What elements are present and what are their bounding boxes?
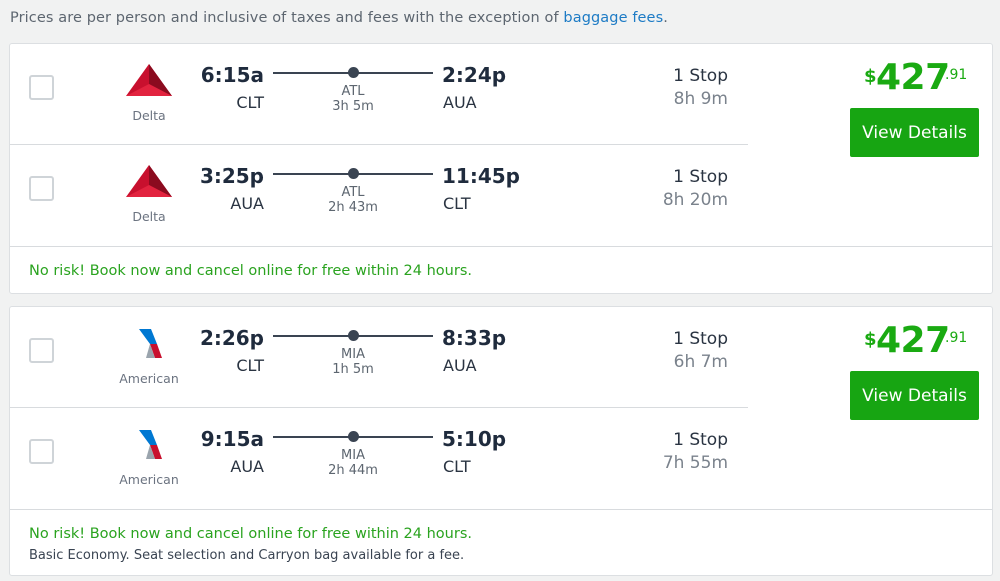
layover-duration: 1h 5m — [332, 362, 374, 377]
arrival-airport: AUA — [443, 93, 477, 112]
flight-result-card: Delta 6:15a CLT ATL 3h 5m 2:24p AUA 1 St… — [9, 43, 993, 294]
departure-airport: AUA — [230, 457, 264, 476]
select-leg-checkbox[interactable] — [29, 338, 54, 363]
return-leg: American 9:15a AUA MIA 2h 44m 5:10p CLT … — [10, 408, 748, 509]
layover-info: MIA 1h 5m — [273, 347, 433, 377]
view-details-button[interactable]: View Details — [850, 371, 979, 420]
select-leg-checkbox[interactable] — [29, 439, 54, 464]
departure-airport: CLT — [236, 93, 264, 112]
price-notice-text: Prices are per person and inclusive of t… — [10, 10, 564, 26]
stop-count: 1 Stop — [673, 329, 728, 349]
layover-airport: MIA — [341, 347, 365, 362]
basic-economy-note: Basic Economy. Seat selection and Carryo… — [29, 548, 465, 563]
layover-duration: 2h 44m — [328, 463, 378, 478]
free-cancel-message: No risk! Book now and cancel online for … — [29, 526, 472, 542]
flight-result-card: American 2:26p CLT MIA 1h 5m 8:33p AUA 1… — [9, 306, 993, 576]
departure-airport: CLT — [236, 356, 264, 375]
layover-duration: 3h 5m — [332, 99, 374, 114]
stop-count: 1 Stop — [673, 66, 728, 86]
stop-count: 1 Stop — [673, 430, 728, 450]
delta-logo-icon — [126, 64, 172, 96]
departure-airport: AUA — [230, 194, 264, 213]
departure-time: 3:25p — [199, 164, 264, 188]
price-cents: .91 — [945, 67, 968, 83]
price-dollars: 427 — [876, 57, 950, 98]
airline-name: Delta — [132, 209, 166, 224]
price-currency: $ — [864, 329, 877, 350]
stop-dot — [348, 431, 359, 442]
stop-count: 1 Stop — [673, 167, 728, 187]
departure-time: 6:15a — [200, 63, 264, 87]
layover-duration: 2h 43m — [328, 200, 378, 215]
stop-dot — [348, 330, 359, 341]
total-duration: 8h 9m — [673, 89, 728, 109]
layover-airport: ATL — [341, 84, 365, 99]
price-notice-suffix: . — [663, 10, 668, 26]
layover-airport: ATL — [341, 185, 365, 200]
card-footer: No risk! Book now and cancel online for … — [10, 246, 992, 294]
return-leg: Delta 3:25p AUA ATL 2h 43m 11:45p CLT 1 … — [10, 145, 748, 246]
arrival-airport: CLT — [443, 457, 471, 476]
delta-logo-icon — [126, 165, 172, 197]
outbound-leg: American 2:26p CLT MIA 1h 5m 8:33p AUA 1… — [10, 307, 748, 408]
departure-time: 9:15a — [200, 427, 264, 451]
arrival-time: 8:33p — [442, 326, 507, 350]
departure-time: 2:26p — [199, 326, 264, 350]
outbound-leg: Delta 6:15a CLT ATL 3h 5m 2:24p AUA 1 St… — [10, 44, 748, 145]
price-currency: $ — [864, 66, 877, 87]
airline-name: American — [119, 371, 179, 386]
view-details-button[interactable]: View Details — [850, 108, 979, 157]
total-duration: 7h 55m — [662, 453, 728, 473]
airline-name: Delta — [132, 108, 166, 123]
american-logo-icon — [139, 329, 162, 358]
arrival-airport: CLT — [443, 194, 471, 213]
card-footer: No risk! Book now and cancel online for … — [10, 509, 992, 576]
layover-info: ATL 2h 43m — [273, 185, 433, 215]
layover-airport: MIA — [341, 448, 365, 463]
price-cents: .91 — [945, 330, 968, 346]
airline-name: American — [119, 472, 179, 487]
arrival-airport: AUA — [443, 356, 477, 375]
american-logo-icon — [139, 430, 162, 459]
total-duration: 8h 20m — [662, 190, 728, 210]
layover-info: MIA 2h 44m — [273, 448, 433, 478]
select-leg-checkbox[interactable] — [29, 75, 54, 100]
arrival-time: 11:45p — [442, 164, 520, 188]
select-leg-checkbox[interactable] — [29, 176, 54, 201]
stop-dot — [348, 168, 359, 179]
arrival-time: 5:10p — [442, 427, 507, 451]
baggage-fees-link[interactable]: baggage fees — [563, 10, 663, 26]
layover-info: ATL 3h 5m — [273, 84, 433, 114]
stop-dot — [348, 67, 359, 78]
free-cancel-message: No risk! Book now and cancel online for … — [29, 263, 472, 279]
price-notice: Prices are per person and inclusive of t… — [10, 10, 668, 26]
price-dollars: 427 — [876, 320, 950, 361]
arrival-time: 2:24p — [442, 63, 507, 87]
total-duration: 6h 7m — [673, 352, 728, 372]
